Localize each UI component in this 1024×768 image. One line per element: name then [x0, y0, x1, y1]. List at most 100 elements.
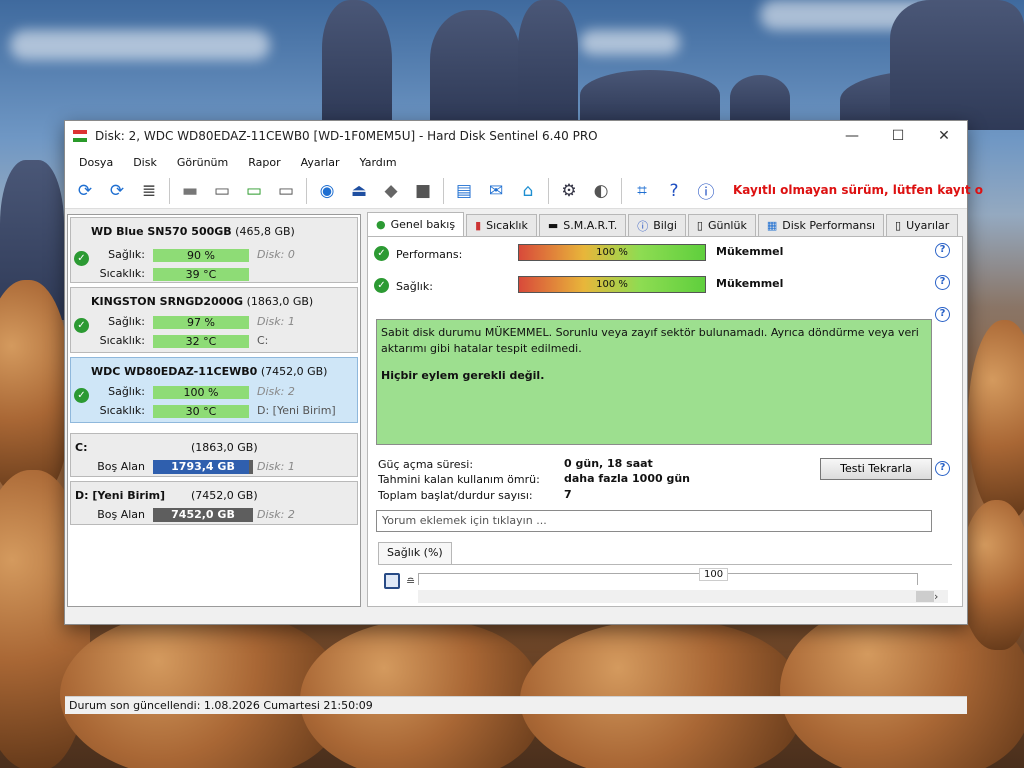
comment-input[interactable]: Yorum eklemek için tıklayın ...: [376, 510, 932, 532]
help-icon[interactable]: ?: [935, 307, 950, 322]
eject-icon[interactable]: ⏏: [345, 177, 373, 205]
disk-icon: ▬: [547, 219, 559, 232]
action-text: Hiçbir eylem gerekli değil.: [381, 369, 545, 382]
mail-icon[interactable]: ✉: [482, 177, 510, 205]
health-status: Mükemmel: [716, 277, 784, 290]
performance-label: Performans:: [396, 248, 463, 261]
usb-drive-icon[interactable]: ■: [409, 177, 437, 205]
health-bar: 100 %: [518, 276, 706, 293]
health-bar: 90 %: [153, 249, 249, 262]
tab-overview[interactable]: ● Genel bakış: [367, 212, 465, 236]
details-panel: ● Genel bakış ▮ Sıcaklık ▬ S.M.A.R.T. ⓘ Bilg…: [367, 212, 965, 607]
menu-bar: Dosya Disk Görünüm Rapor Ayarlar Yardım: [65, 151, 967, 173]
menu-disk[interactable]: Disk: [123, 156, 167, 169]
volume-card-c[interactable]: C: (1863,0 GB) Boş Alan 1793,4 GB Disk: …: [70, 433, 358, 477]
chart-data-label: 100: [699, 568, 729, 581]
disk-card-0[interactable]: WD Blue SN570 500GB (465,8 GB) ✓ Sağlık:…: [70, 217, 358, 283]
document-icon: ▯: [696, 219, 703, 232]
volume-name: C:: [75, 441, 88, 454]
status-bar: Durum son güncellendi: 1.08.2026 Cumarte…: [65, 696, 967, 714]
thermometer-icon: ▮: [475, 219, 482, 232]
info-icon[interactable]: ⓘ: [692, 177, 720, 205]
menu-ayarlar[interactable]: Ayarlar: [291, 156, 350, 169]
tab-smart[interactable]: ▬ S.M.A.R.T.: [538, 214, 627, 236]
health-bar: 97 %: [153, 316, 249, 329]
volume-card-d[interactable]: D: [Yeni Birim] (7452,0 GB) Boş Alan 745…: [70, 481, 358, 525]
hard-disk-sentinel-window: Disk: 2, WDC WD80EDAZ-11CEWB0 [WD-1F0MEM…: [64, 120, 983, 714]
maximize-button[interactable]: ☐: [875, 121, 921, 151]
unregistered-notice[interactable]: Kayıtlı olmayan sürüm, lütfen kayıt o: [733, 183, 983, 197]
toolbar: ⟳ ⟳ ≣ ▬ ▭ ▭ ▭ ◉ ⏏ ◆ ■ ▤ ✉ ⌂ ⚙ ◐ ⌗ ? ⓘ Ka…: [65, 173, 983, 209]
menu-gorunum[interactable]: Görünüm: [167, 156, 238, 169]
disk-card-2[interactable]: WDC WD80EDAZ-11CEWB0 (7452,0 GB) ✓ Sağlı…: [70, 357, 358, 423]
health-label: Sağlık:: [108, 248, 145, 261]
free-space-label: Boş Alan: [97, 460, 145, 473]
tab-info[interactable]: ⓘ Bilgi: [628, 214, 686, 236]
refresh-warning-icon[interactable]: ⟳: [103, 177, 131, 205]
start-stop-value: 7: [564, 488, 572, 501]
network-drive-icon[interactable]: ◆: [377, 177, 405, 205]
disk-list-icon[interactable]: ≣: [135, 177, 163, 205]
disk-name: WD Blue SN570 500GB (465,8 GB): [91, 225, 295, 238]
disk-test-icon[interactable]: ▭: [208, 177, 236, 205]
help-icon[interactable]: ?: [935, 243, 950, 258]
minimize-button[interactable]: —: [829, 121, 875, 151]
status-text: Sabit disk durumu MÜKEMMEL. Sorunlu veya…: [381, 326, 919, 355]
health-chart: ≘ 100 ›: [378, 564, 952, 604]
scrollbar-thumb[interactable]: [916, 591, 934, 602]
chart-icon: ▦: [766, 219, 778, 232]
title-bar[interactable]: Disk: 2, WDC WD80EDAZ-11CEWB0 [WD-1F0MEM…: [65, 121, 967, 151]
status-description: Sabit disk durumu MÜKEMMEL. Sorunlu veya…: [376, 319, 932, 445]
tab-alerts[interactable]: ▯ Uyarılar: [886, 214, 959, 236]
disk-index: Disk: 1: [257, 315, 295, 328]
disk-index: Disk: 2: [257, 385, 295, 398]
menu-rapor[interactable]: Rapor: [238, 156, 290, 169]
health-bar: 100 %: [153, 386, 249, 399]
window-title: Disk: 2, WDC WD80EDAZ-11CEWB0 [WD-1F0MEM…: [95, 129, 598, 143]
sound-icon[interactable]: ◐: [587, 177, 615, 205]
disk-list-panel: WD Blue SN570 500GB (465,8 GB) ✓ Sağlık:…: [67, 214, 361, 607]
help-icon[interactable]: ?: [660, 177, 688, 205]
tab-health-chart[interactable]: Sağlık (%): [378, 542, 452, 564]
free-space-label: Boş Alan: [97, 508, 145, 521]
volume-size: (1863,0 GB): [191, 441, 258, 454]
disk-index: Disk: 2: [257, 508, 295, 521]
horizontal-scrollbar[interactable]: [418, 590, 948, 603]
report-icon[interactable]: ▤: [450, 177, 478, 205]
temperature-bar: 32 °C: [153, 335, 249, 348]
start-stop-label: Toplam başlat/durdur sayısı:: [378, 489, 533, 502]
network-icon[interactable]: ⌂: [514, 177, 542, 205]
performance-bar: 100 %: [518, 244, 706, 261]
partition-label: C:: [257, 334, 269, 347]
check-icon: ✓: [374, 278, 389, 293]
globe-icon[interactable]: ◉: [313, 177, 341, 205]
disk-name: WDC WD80EDAZ-11CEWB0 (7452,0 GB): [91, 365, 328, 378]
health-label: Sağlık:: [108, 385, 145, 398]
help-icon[interactable]: ?: [935, 461, 950, 476]
disk-check-icon[interactable]: ▭: [240, 177, 268, 205]
disk-search-icon[interactable]: ▭: [272, 177, 300, 205]
temperature-label: Sıcaklık:: [99, 404, 145, 417]
tab-log[interactable]: ▯ Günlük: [687, 214, 756, 236]
toolbar-separator: [169, 177, 170, 204]
close-button[interactable]: ✕: [921, 121, 967, 151]
refresh-icon[interactable]: ⟳: [71, 177, 99, 205]
main-content: WD Blue SN570 500GB (465,8 GB) ✓ Sağlık:…: [65, 210, 967, 714]
volume-name: D: [Yeni Birim]: [75, 489, 166, 502]
scroll-right-icon[interactable]: ›: [934, 590, 938, 603]
menu-yardim[interactable]: Yardım: [350, 156, 407, 169]
disk-card-1[interactable]: KINGSTON SRNGD2000G (1863,0 GB) ✓ Sağlık…: [70, 287, 358, 353]
disk-info-icon[interactable]: ▬: [176, 177, 204, 205]
temperature-label: Sıcaklık:: [99, 267, 145, 280]
save-icon[interactable]: [384, 573, 400, 589]
tab-temperature[interactable]: ▮ Sıcaklık: [466, 214, 537, 236]
toolbar-separator: [621, 177, 622, 204]
help-icon[interactable]: ?: [935, 275, 950, 290]
menu-dosya[interactable]: Dosya: [69, 156, 123, 169]
gear-icon[interactable]: ⚙: [555, 177, 583, 205]
retest-button[interactable]: Testi Tekrarla: [820, 458, 932, 480]
partition-label: D: [Yeni Birim]: [257, 404, 336, 417]
tab-disk-performance[interactable]: ▦ Disk Performansı: [757, 214, 885, 236]
check-icon: ●: [376, 218, 386, 231]
screenshot-icon[interactable]: ⌗: [628, 177, 656, 205]
